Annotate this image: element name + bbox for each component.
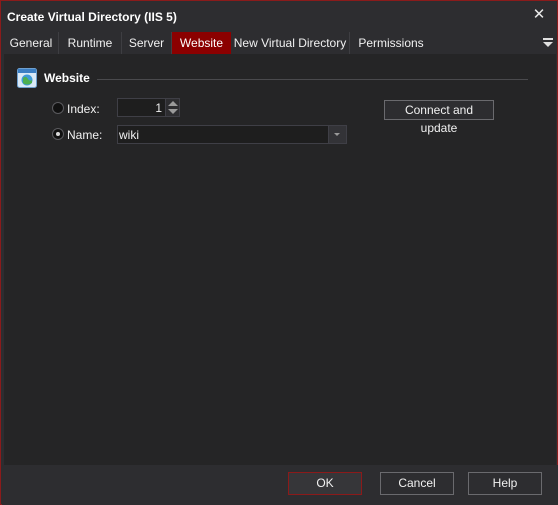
window-title: Create Virtual Directory (IIS 5) <box>7 10 177 24</box>
index-value: 1 <box>155 101 162 115</box>
chevron-down-icon <box>334 133 340 136</box>
help-button[interactable]: Help <box>468 472 542 495</box>
dialog-footer: OK Cancel Help <box>2 465 558 505</box>
title-bar: Create Virtual Directory (IIS 5) ✕ <box>1 1 557 32</box>
chevron-up-icon[interactable] <box>168 101 178 106</box>
stepper-buttons[interactable] <box>165 99 179 116</box>
index-label: Index: <box>67 102 100 116</box>
index-stepper[interactable]: 1 <box>117 98 180 117</box>
website-icon <box>17 68 37 88</box>
radio-selected-dot <box>56 132 60 136</box>
tab-server[interactable]: Server <box>122 32 172 54</box>
group-divider <box>97 79 528 80</box>
tab-strip: General Runtime Server Website New Virtu… <box>4 32 556 54</box>
chevron-down-icon[interactable] <box>168 109 178 114</box>
dropdown-button[interactable] <box>328 126 346 143</box>
connect-and-update-button[interactable]: Connect and update <box>384 100 494 135</box>
name-radio[interactable] <box>52 128 64 140</box>
tab-runtime[interactable]: Runtime <box>59 32 122 54</box>
tab-permissions[interactable]: Permissions <box>350 32 432 54</box>
tab-new-virtual-directory[interactable]: New Virtual Directory <box>231 32 350 54</box>
name-label: Name: <box>67 128 103 142</box>
group-title: Website <box>44 71 90 85</box>
close-icon[interactable]: ✕ <box>531 6 547 24</box>
tab-general[interactable]: General <box>4 32 59 54</box>
tab-website[interactable]: Website <box>172 32 231 54</box>
tab-menu-icon[interactable] <box>542 36 554 50</box>
dialog-window: Create Virtual Directory (IIS 5) ✕ Gener… <box>0 0 558 505</box>
name-combobox[interactable]: wiki <box>117 125 347 144</box>
cancel-button[interactable]: Cancel <box>380 472 454 495</box>
tab-content: Website Index: 1 Name: wiki Connect and … <box>4 54 556 465</box>
ok-button[interactable]: OK <box>288 472 362 495</box>
name-value: wiki <box>119 128 139 142</box>
index-radio[interactable] <box>52 102 64 114</box>
